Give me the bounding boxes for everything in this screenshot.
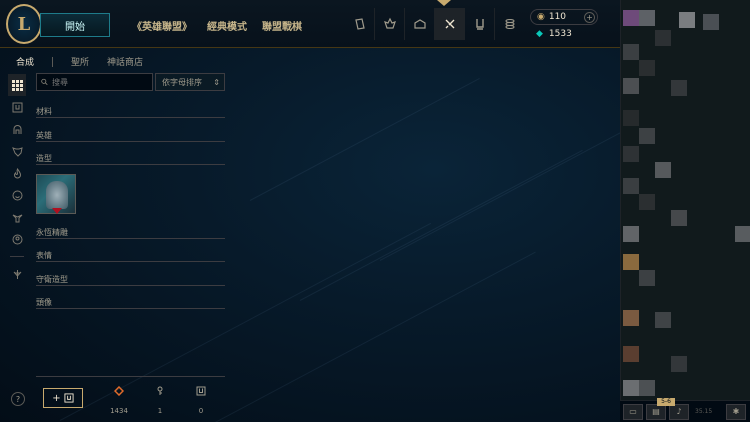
social-panel — [620, 0, 750, 422]
category-eternals[interactable]: 永恆精雕 — [36, 227, 225, 239]
footer-divider — [36, 376, 225, 377]
champion-portrait — [46, 181, 68, 209]
social-toolbar: ▭ ▤ ♪ 35.15 ✱ — [620, 400, 750, 422]
category-champions[interactable]: 英雄 — [36, 130, 225, 142]
key-icon — [157, 386, 163, 395]
emote-icon[interactable] — [8, 184, 26, 206]
nav-icon-bar — [345, 8, 525, 40]
nav-link-league[interactable]: 《英雄聯盟》 — [132, 18, 192, 33]
play-button[interactable]: 開始 — [40, 13, 110, 37]
add-chest-button[interactable]: + — [43, 388, 83, 408]
sort-dropdown[interactable]: 依字母排序 ⇕ — [155, 73, 225, 91]
flame-icon[interactable] — [8, 162, 26, 184]
orange-essence-icon — [114, 386, 124, 396]
help-button[interactable]: ? — [11, 392, 25, 406]
chest-icon — [196, 386, 206, 396]
ward-icon[interactable] — [8, 206, 26, 228]
add-label: + — [52, 392, 61, 404]
tab-sanctum[interactable]: 聖所 — [71, 55, 89, 68]
settings-icon[interactable]: ✱ — [726, 403, 746, 420]
main-panel: L 開始 《英雄聯盟》 經典模式 聯盟戰棋 ◉ 110 + ◆ 1533 合成 … — [0, 0, 620, 422]
skin-shard-tile[interactable] — [36, 174, 76, 214]
active-indicator — [437, 0, 451, 6]
sort-label: 依字母排序 — [162, 77, 202, 87]
shard-marker-icon — [52, 208, 62, 214]
sword-icon[interactable] — [8, 263, 26, 285]
rp-icon: ◉ — [537, 12, 545, 22]
chest-icon — [64, 393, 74, 403]
friends-count-badge: 5-6 — [657, 398, 675, 406]
search-box — [36, 73, 153, 91]
cards-icon[interactable] — [345, 8, 375, 40]
rail-divider — [10, 256, 24, 257]
store-icon[interactable] — [495, 8, 525, 40]
tab-mythic-shop[interactable]: 神話商店 — [107, 55, 143, 68]
chest-counter: 0 — [189, 386, 213, 417]
blue-essence-icon: ◆ — [536, 29, 543, 39]
category-materials[interactable]: 材料 — [36, 106, 225, 118]
tab-crafting[interactable]: 合成 — [16, 55, 34, 68]
key-counter: 1 — [148, 386, 172, 417]
helmet-icon[interactable] — [8, 118, 26, 140]
crafting-icon[interactable] — [435, 8, 465, 40]
nav-link-tft[interactable]: 聯盟戰棋 — [262, 18, 302, 33]
search-icon — [41, 78, 48, 86]
category-icons[interactable]: 頭像 — [36, 297, 225, 309]
lodge-icon[interactable] — [405, 8, 435, 40]
be-balance: ◆ 1533 — [530, 29, 598, 39]
be-amount: 1533 — [548, 29, 572, 39]
rp-amount: 110 — [548, 12, 567, 22]
rp-balance[interactable]: ◉ 110 + — [530, 9, 598, 25]
currency-panel: ◉ 110 + ◆ 1533 — [530, 9, 598, 39]
chest-amount: 0 — [198, 407, 204, 415]
league-logo[interactable]: L — [6, 4, 42, 44]
grid-icon[interactable] — [8, 74, 26, 96]
version-label: 35.15 — [695, 408, 713, 415]
nav-link-classic[interactable]: 經典模式 — [207, 18, 247, 33]
category-ward-skins[interactable]: 守衛造型 — [36, 274, 225, 286]
key-amount: 1 — [157, 407, 163, 415]
tab-divider — [52, 56, 54, 67]
buy-rp-icon[interactable]: + — [584, 11, 595, 23]
sub-navigation: 合成 聖所 神話商店 — [16, 55, 161, 68]
chest-icon[interactable] — [8, 96, 26, 118]
chevron-updown-icon: ⇕ — [213, 77, 220, 87]
orange-essence-amount: 1434 — [110, 407, 128, 415]
mask-icon[interactable] — [8, 140, 26, 162]
crest-icon[interactable] — [375, 8, 405, 40]
top-navigation: L 開始 《英雄聯盟》 經典模式 聯盟戰棋 ◉ 110 + ◆ 1533 — [0, 0, 620, 48]
filter-rail — [8, 74, 26, 285]
category-emotes[interactable]: 表情 — [36, 250, 225, 262]
category-skins[interactable]: 造型 — [36, 153, 225, 165]
orange-essence-counter: 1434 — [107, 386, 131, 417]
collection-icon[interactable] — [465, 8, 495, 40]
profile-icon[interactable] — [8, 228, 26, 250]
chat-icon[interactable]: ▭ — [623, 403, 643, 420]
search-input[interactable] — [52, 77, 152, 87]
